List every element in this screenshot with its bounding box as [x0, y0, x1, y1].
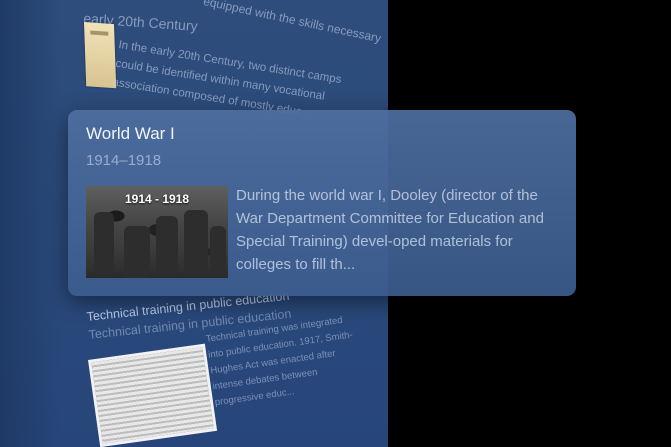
timeline-event-card[interactable]: World War I 1914–1918 1914 - 1918 During…: [68, 110, 576, 296]
card-photo-caption: 1914 - 1918: [124, 192, 190, 206]
soldier-figure: [156, 216, 178, 276]
card-description: During the world war I, Dooley (director…: [236, 187, 544, 273]
soldier-figure: [94, 212, 114, 274]
bg-top-line-text: equipped with the skills necessary: [202, 0, 383, 46]
panel-edge-shade: [0, 0, 60, 447]
card-title: World War I: [86, 124, 175, 143]
soldier-figure: [124, 226, 150, 278]
bg-newspaper-thumbnail[interactable]: [88, 343, 218, 447]
card-date-range: 1914–1918: [86, 152, 162, 169]
soldier-figure: [210, 226, 226, 276]
bg-document-thumbnail[interactable]: [84, 22, 117, 89]
soldier-figure: [184, 210, 208, 276]
card-photo[interactable]: 1914 - 1918: [86, 186, 228, 278]
